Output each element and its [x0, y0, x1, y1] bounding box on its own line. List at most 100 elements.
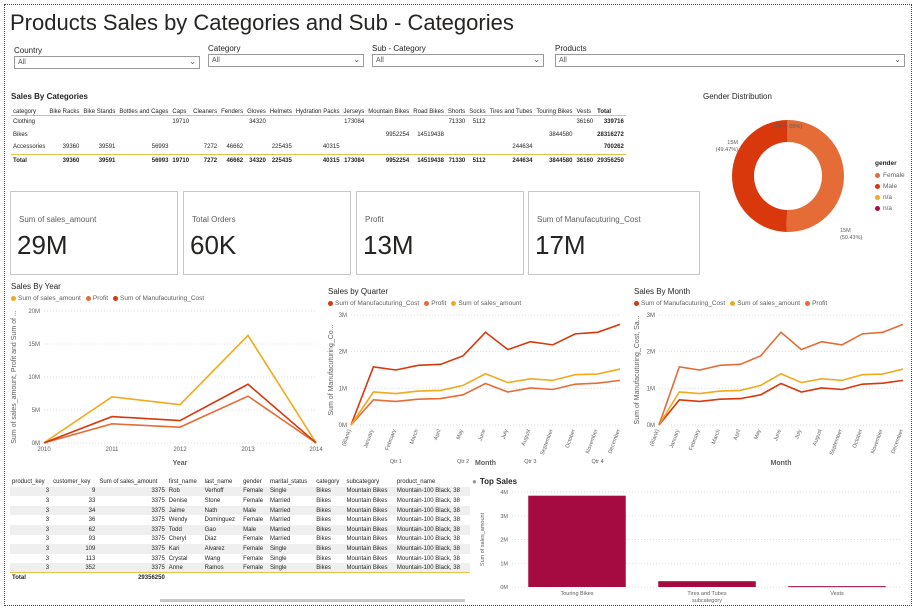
legend-item[interactable]: Sum of sales_amount: [11, 295, 81, 302]
matrix-cell: [342, 141, 367, 154]
kpi-card-value: 17M: [535, 230, 586, 260]
table-cell: 3375: [151, 555, 165, 562]
subcategory-dropdown[interactable]: All ⌄: [372, 54, 544, 67]
series-line[interactable]: [43, 395, 317, 444]
series-line[interactable]: [350, 368, 621, 426]
x-tick-label: Tires and Tubes: [687, 591, 726, 597]
empty-cell: [241, 572, 268, 583]
table-cell: Mountain Bikes: [344, 486, 395, 497]
x-tick-label: 2011: [106, 447, 120, 453]
table-row[interactable]: 3 33 3375 Denise Stone Female Married Bikes Moun…: [10, 496, 470, 506]
legend-item[interactable]: Sum of sales_amount: [730, 300, 800, 307]
x-tick-label: June: [773, 429, 783, 442]
gender-legend-item[interactable]: n/a: [875, 192, 905, 203]
gender-legend-item[interactable]: n/a: [875, 203, 905, 214]
category-dropdown[interactable]: All ⌄: [208, 54, 364, 67]
legend-dot-icon: [11, 295, 16, 301]
table-cell: Mountain-100 Black, 38: [396, 517, 460, 524]
matrix-row: Accessories 39360 39591 56993 7272 46662 22543…: [11, 141, 626, 154]
matrix-column-header: Hydration Packs: [295, 108, 340, 115]
legend-dot-icon: [805, 300, 811, 306]
table-cell: 62: [51, 524, 98, 535]
legend-item[interactable]: Profit: [805, 300, 827, 307]
legend-dot-icon: [875, 206, 880, 211]
matrix-cell: 34320: [249, 118, 266, 125]
table-cell: Kari: [166, 544, 203, 554]
legend-item[interactable]: Sum of Manufacuturing_Cost: [328, 300, 419, 307]
donut-slice[interactable]: [732, 120, 788, 232]
matrix-column-header: Gloves: [247, 108, 266, 115]
table-row[interactable]: 3 62 3375 Todd Gao Male Married Bikes Mountain B…: [10, 524, 470, 535]
matrix-header-category[interactable]: category: [11, 102, 47, 115]
table-row[interactable]: 3 36 3375 Wendy Dominguez Female Married Bikes M…: [10, 515, 470, 525]
gender-legend-item[interactable]: Female: [875, 170, 905, 181]
x-tick-label: July: [794, 428, 803, 439]
legend-item[interactable]: Sum of Manufacuturing_Cost: [113, 295, 204, 302]
table-cell: Mountain-100 Black, 38: [394, 524, 470, 535]
matrix-cell: 7272: [203, 144, 218, 151]
table-cell: Single: [267, 486, 315, 497]
series-line[interactable]: [350, 379, 621, 426]
series-line[interactable]: [658, 379, 904, 426]
matrix-column-header: Road Bikes: [413, 108, 444, 115]
matrix-cell: [117, 115, 170, 128]
matrix-cell: 40315: [293, 153, 342, 167]
empty-cell: [202, 572, 242, 583]
table-row[interactable]: 3 109 3375 Kari Alvarez Female Single Bikes Moun…: [10, 544, 470, 554]
column-header[interactable]: category: [314, 477, 344, 487]
series-line[interactable]: [658, 368, 904, 426]
table-row[interactable]: 3 93 3375 Cheryl Diaz Female Married Bikes Mount…: [10, 535, 470, 545]
column-header[interactable]: product_key: [10, 477, 51, 487]
legend-item[interactable]: Profit: [85, 295, 108, 302]
products-dropdown[interactable]: All ⌄: [555, 54, 905, 67]
legend-label: Female: [883, 172, 905, 179]
matrix-cell: [170, 141, 191, 154]
y-axis-title: Sum of sales_amount: [480, 512, 486, 566]
empty-cell: [166, 572, 203, 583]
legend-dot-icon: [875, 173, 880, 178]
table-cell: Married: [269, 517, 291, 524]
x-tick-label: March: [409, 429, 420, 445]
x-tick-label: August: [812, 428, 824, 447]
bar[interactable]: [788, 586, 886, 588]
legend-item[interactable]: Sum of sales_amount: [451, 300, 521, 307]
table-row[interactable]: 3 34 3375 Jaime Nath Male Married Bikes Mountain…: [10, 505, 470, 516]
column-header[interactable]: gender: [241, 477, 268, 487]
series-line[interactable]: [43, 383, 317, 444]
column-header[interactable]: customer_key: [51, 477, 97, 487]
bar[interactable]: [528, 495, 626, 587]
kpi-card-value: 60K: [190, 230, 237, 260]
donut-label: (50.43%): [840, 235, 862, 241]
column-header[interactable]: first_name: [167, 477, 203, 487]
table-row[interactable]: 3 9 3375 Rob Verhoff Female Single Bikes Mountai…: [10, 486, 470, 497]
quarter-label: Qtr 2: [457, 459, 469, 465]
column-header[interactable]: product_name: [395, 477, 470, 487]
donut-slice[interactable]: [786, 120, 844, 232]
legend-item[interactable]: Sum of Manufacuturing_Cost: [634, 300, 725, 307]
legend-item[interactable]: Profit: [424, 300, 446, 307]
table-cell: 3: [45, 497, 50, 504]
x-tick-label: April: [433, 429, 442, 441]
column-header[interactable]: Sum of sales_amount: [97, 477, 166, 487]
column-header[interactable]: subcategory: [344, 477, 394, 487]
bar[interactable]: [658, 581, 756, 587]
x-tick-label: August: [521, 428, 533, 447]
x-tick-label: January: [669, 428, 681, 449]
table-cell: Gao: [202, 524, 242, 535]
country-dropdown[interactable]: All ⌄: [14, 56, 200, 69]
table-cell: Bikes: [316, 536, 331, 543]
y-tick-label: 2M: [339, 350, 347, 356]
column-header[interactable]: marital_status: [268, 477, 314, 487]
horizontal-scrollbar[interactable]: [160, 599, 465, 602]
table-row[interactable]: 3 352 3375 Anne Ramos Female Single Bikes Mounta…: [10, 563, 470, 573]
matrix-cell: 339716: [603, 118, 624, 125]
matrix-cell: [467, 128, 487, 141]
column-header[interactable]: last_name: [203, 477, 241, 487]
table-cell: Wang: [204, 555, 221, 562]
table-row[interactable]: 3 113 3375 Crystal Wang Female Single Bikes Moun…: [10, 554, 470, 564]
matrix-cell: [245, 128, 268, 141]
gender-legend-item[interactable]: Male: [875, 181, 905, 192]
total-value: 29356250: [51, 572, 167, 583]
kpi-card-label: Sum of sales_amount: [19, 215, 97, 224]
quarter-label: Qtr 4: [591, 459, 603, 465]
